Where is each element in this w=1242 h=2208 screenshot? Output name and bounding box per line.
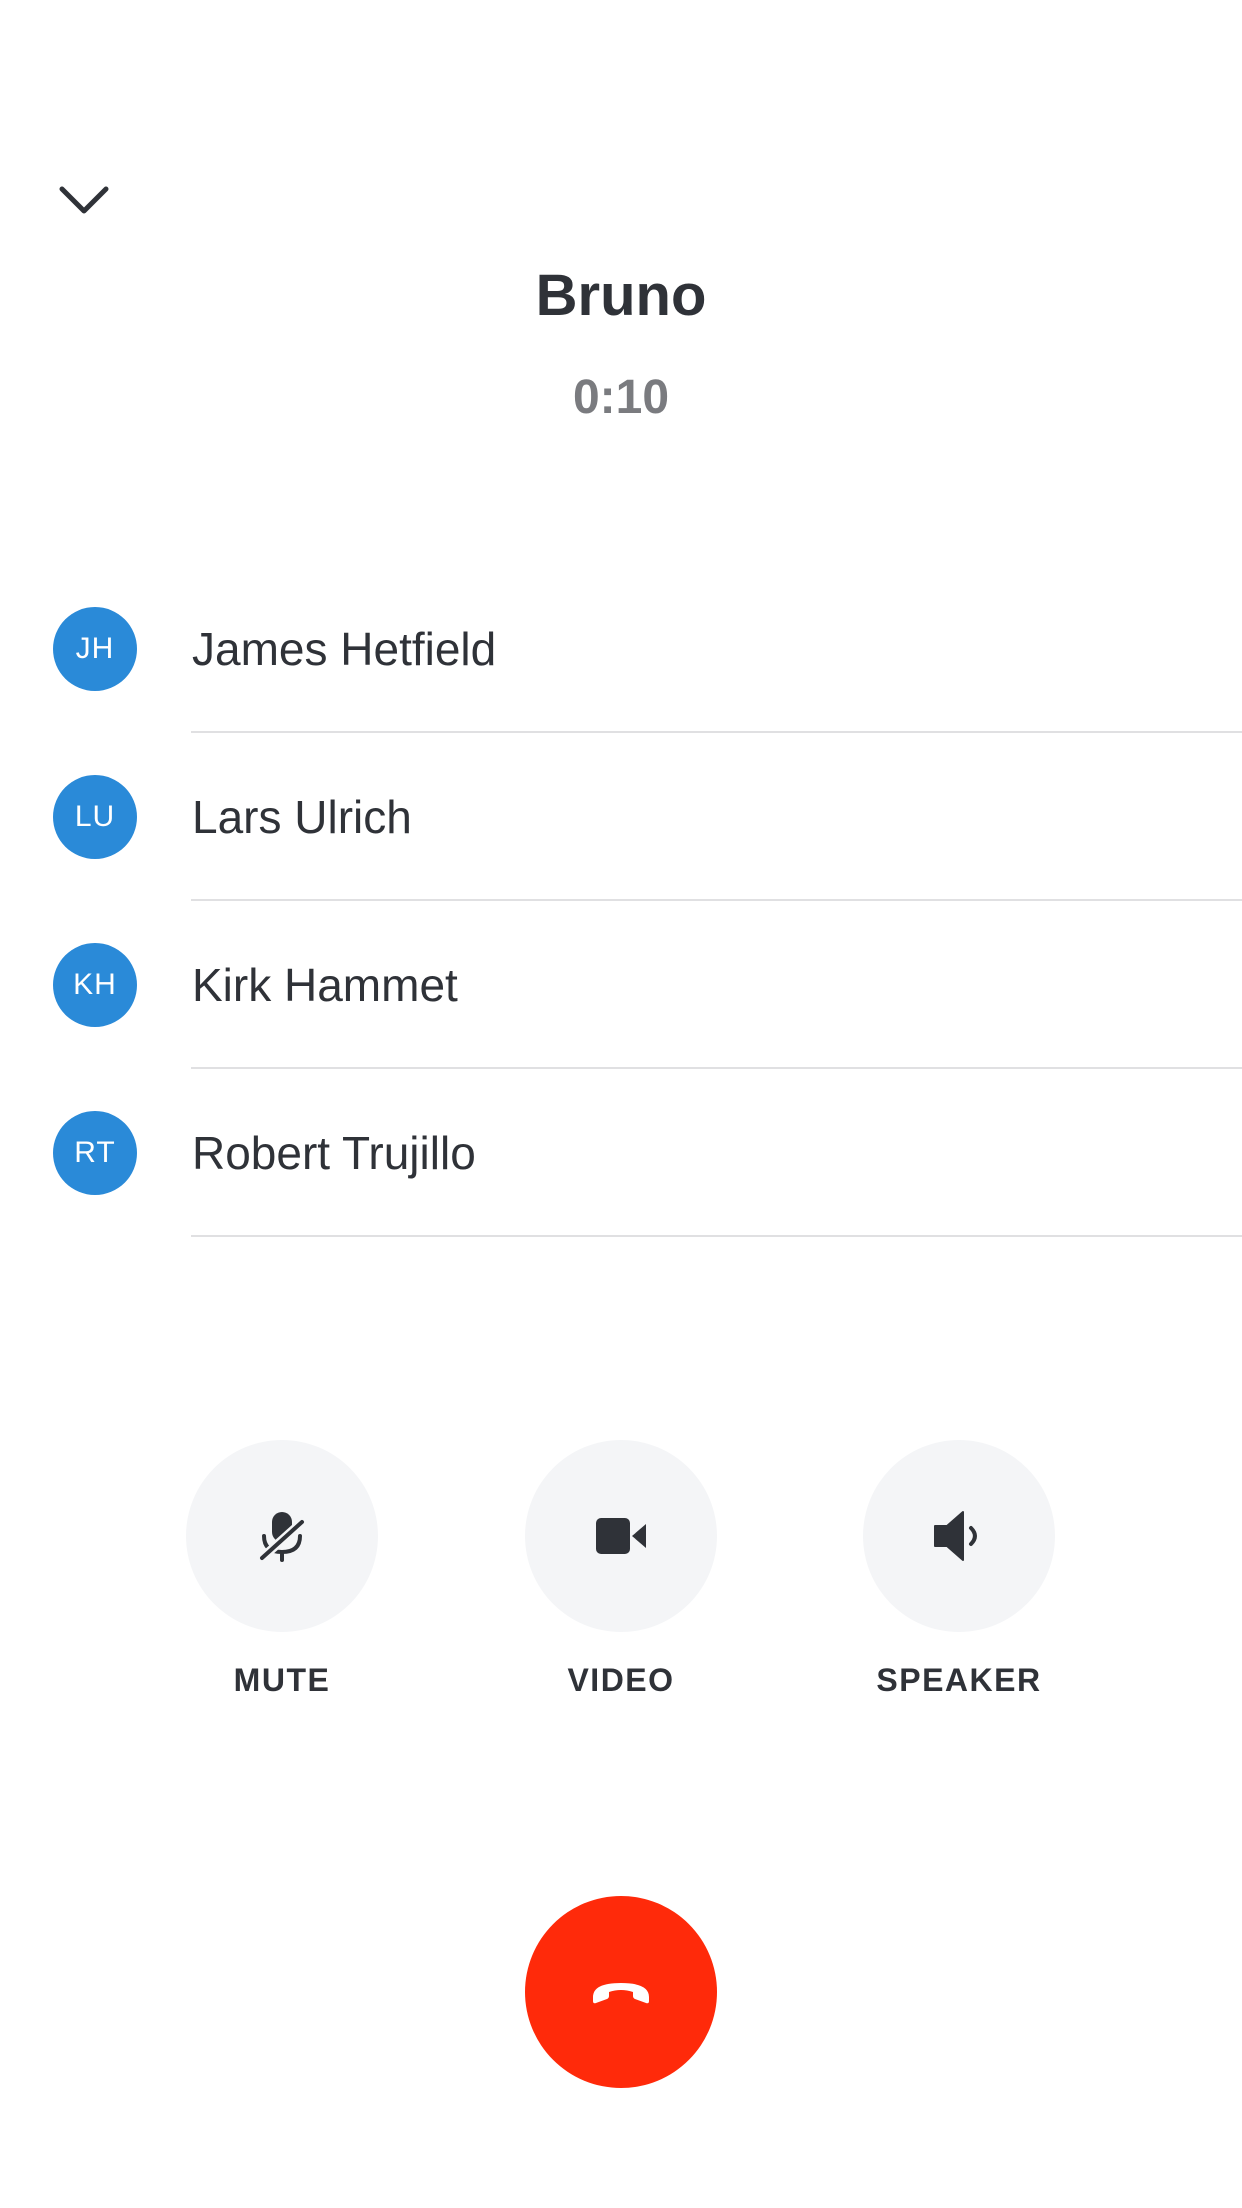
call-controls: MUTE VIDEO SPEAKER [0, 1440, 1242, 1710]
participant-name: Robert Trujillo [192, 1127, 476, 1179]
avatar: KH [53, 943, 137, 1027]
video-camera-icon [596, 1518, 646, 1554]
mic-off-icon [257, 1512, 307, 1563]
participant-row[interactable]: JH James Hetfield [0, 565, 1242, 733]
video-control: VIDEO [501, 1440, 741, 1699]
end-call-button[interactable] [525, 1896, 717, 2088]
participant-name: Kirk Hammet [192, 959, 458, 1011]
mute-control: MUTE [162, 1440, 402, 1699]
participant-row[interactable]: KH Kirk Hammet [0, 901, 1242, 1069]
participant-list: JH James Hetfield LU Lars Ulrich KH Kirk… [0, 565, 1242, 1237]
video-label: VIDEO [567, 1662, 675, 1698]
speaker-label: SPEAKER [876, 1662, 1042, 1698]
caller-name: Bruno [535, 263, 707, 328]
avatar: LU [53, 775, 137, 859]
participant-name: Lars Ulrich [192, 791, 412, 843]
chevron-down-icon [59, 186, 109, 214]
call-timer: 0:10 [572, 371, 670, 424]
participant-row[interactable]: LU Lars Ulrich [0, 733, 1242, 901]
hang-up-icon [593, 1983, 649, 2004]
avatar: JH [53, 607, 137, 691]
speaker-control: SPEAKER [839, 1440, 1079, 1699]
participant-row[interactable]: RT Robert Trujillo [0, 1069, 1242, 1237]
speaker-icon [934, 1511, 977, 1561]
mute-button[interactable] [186, 1440, 378, 1632]
avatar: RT [53, 1111, 137, 1195]
speaker-button[interactable] [863, 1440, 1055, 1632]
mute-label: MUTE [233, 1662, 331, 1698]
collapse-button[interactable] [52, 168, 116, 232]
divider [191, 1235, 1242, 1237]
participant-name: James Hetfield [192, 623, 497, 675]
video-button[interactable] [525, 1440, 717, 1632]
